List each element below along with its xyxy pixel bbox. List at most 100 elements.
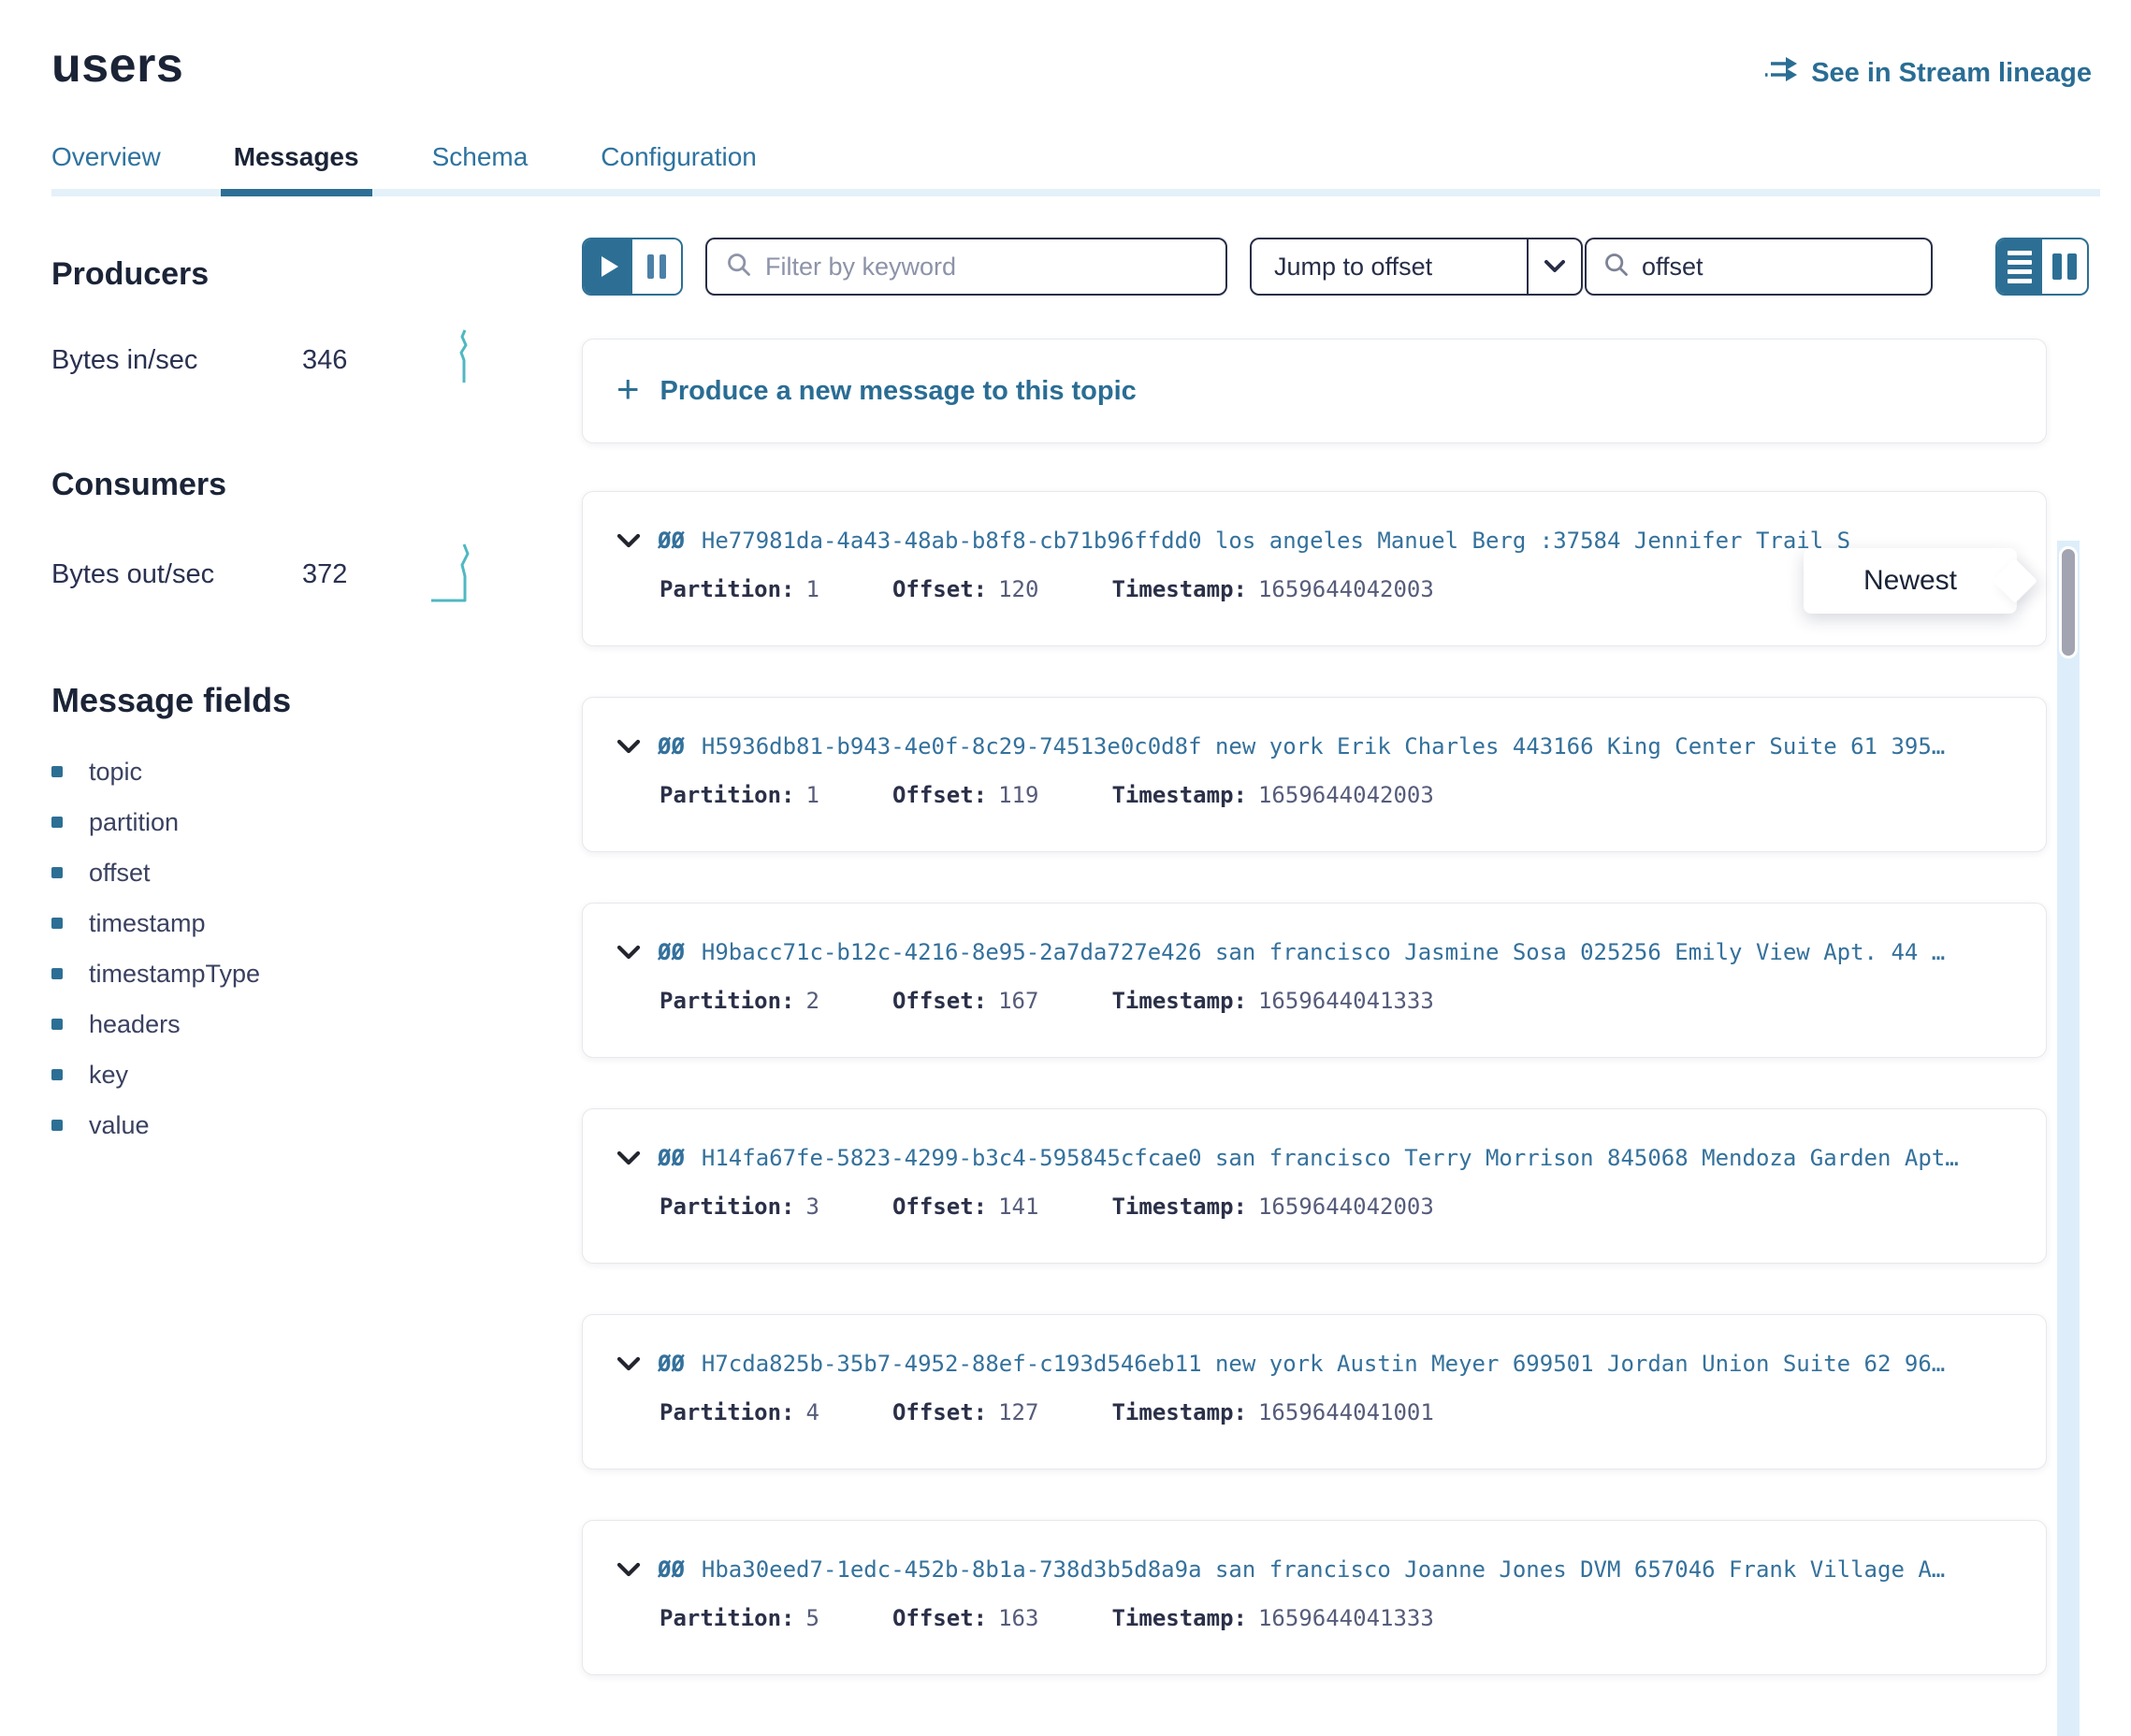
list-view-icon: [2008, 251, 2032, 255]
partition-field: Partition:1: [660, 576, 819, 602]
jump-to-offset-select[interactable]: Jump to offset: [1250, 238, 1583, 296]
expand-chevron-icon[interactable]: [616, 945, 641, 960]
field-bullet-icon: [51, 918, 63, 929]
offset-field: Offset:141: [892, 1194, 1039, 1220]
partition-field: Partition:3: [660, 1194, 819, 1220]
message-summary: H14fa67fe-5823-4299-b3c4-595845cfcae0 sa…: [702, 1145, 1959, 1171]
message-key: ØØ: [658, 939, 685, 965]
messages-toolbar: Jump to offset: [582, 238, 2089, 296]
search-icon: [1603, 252, 1630, 282]
column-view-button[interactable]: [2042, 239, 2087, 294]
bytes-out-metric: Bytes out/sec 372: [51, 539, 474, 610]
expand-chevron-icon[interactable]: [616, 1150, 641, 1165]
timestamp-field: Timestamp:1659644041001: [1111, 1399, 1433, 1425]
consumers-heading: Consumers: [51, 467, 582, 503]
message-list: ØØ He77981da-4a43-48ab-b8f8-cb71b96ffdd0…: [582, 491, 2089, 1675]
offset-field: Offset:167: [892, 988, 1039, 1014]
message-row[interactable]: ØØ H9bacc71c-b12c-4216-8e95-2a7da727e426…: [582, 903, 2047, 1058]
expand-chevron-icon[interactable]: [616, 533, 641, 548]
produce-message-label: Produce a new message to this topic: [660, 376, 1137, 407]
partition-field: Partition:2: [660, 988, 819, 1014]
keyword-filter-field[interactable]: [705, 238, 1227, 296]
tab-messages[interactable]: Messages: [234, 142, 359, 196]
bytes-out-label: Bytes out/sec: [51, 559, 302, 590]
column-view-icon: [2052, 253, 2062, 280]
timestamp-field: Timestamp:1659644042003: [1111, 1194, 1433, 1220]
messages-panel: Jump to offset: [582, 196, 2089, 1675]
message-row[interactable]: ØØ H5936db81-b943-4e0f-8c29-74513e0c0d8f…: [582, 697, 2047, 852]
pause-icon: [647, 254, 654, 279]
field-bullet-icon: [51, 1120, 63, 1131]
view-mode-toggle[interactable]: [1995, 238, 2089, 296]
field-item-value[interactable]: value: [51, 1113, 582, 1137]
message-key: ØØ: [658, 528, 685, 554]
offset-field: Offset:119: [892, 782, 1039, 808]
bytes-out-value: 372: [302, 559, 429, 590]
pause-button[interactable]: [632, 239, 681, 294]
offset-field: Offset:120: [892, 576, 1039, 602]
message-summary: H7cda825b-35b7-4952-88ef-c193d546eb11 ne…: [702, 1351, 1945, 1377]
field-item-timestampType[interactable]: timestampType: [51, 962, 582, 986]
message-key: ØØ: [658, 1556, 685, 1583]
message-summary: Hba30eed7-1edc-452b-8b1a-738d3b5d8a9a sa…: [702, 1556, 1945, 1583]
timestamp-field: Timestamp:1659644041333: [1111, 988, 1433, 1014]
newest-tooltip-label: Newest: [1863, 565, 1957, 597]
list-view-button[interactable]: [1997, 239, 2042, 294]
expand-chevron-icon[interactable]: [616, 1356, 641, 1371]
stream-lineage-link[interactable]: See in Stream lineage: [1762, 54, 2092, 92]
message-fields-list: topic partition offset timestamp timesta…: [51, 760, 582, 1137]
jump-to-offset-value: Jump to offset: [1252, 239, 1527, 294]
field-item-headers[interactable]: headers: [51, 1012, 582, 1036]
field-bullet-icon: [51, 766, 63, 777]
message-row[interactable]: ØØ H14fa67fe-5823-4299-b3c4-595845cfcae0…: [582, 1108, 2047, 1264]
bytes-in-sparkline: [454, 328, 474, 392]
keyword-filter-input[interactable]: [765, 253, 1207, 282]
field-item-timestamp[interactable]: timestamp: [51, 911, 582, 935]
message-row[interactable]: ØØ Hba30eed7-1edc-452b-8b1a-738d3b5d8a9a…: [582, 1520, 2047, 1675]
stream-lineage-icon: [1762, 54, 1800, 92]
message-summary: H5936db81-b943-4e0f-8c29-74513e0c0d8f ne…: [702, 733, 1945, 760]
message-list-scrollbar[interactable]: [2057, 541, 2080, 1736]
timestamp-field: Timestamp:1659644042003: [1111, 576, 1433, 602]
message-key: ØØ: [658, 1351, 685, 1377]
newest-tooltip: Newest: [1804, 548, 2017, 614]
page-title: users: [51, 37, 183, 94]
plus-icon: +: [616, 369, 640, 409]
play-pause-toggle[interactable]: [582, 238, 683, 296]
message-summary: H9bacc71c-b12c-4216-8e95-2a7da727e426 sa…: [702, 939, 1945, 965]
message-summary: He77981da-4a43-48ab-b8f8-cb71b96ffdd0 lo…: [702, 528, 1850, 554]
chevron-down-icon: [1529, 239, 1581, 294]
message-row[interactable]: ØØ H7cda825b-35b7-4952-88ef-c193d546eb11…: [582, 1314, 2047, 1469]
offset-field: Offset:163: [892, 1605, 1039, 1631]
play-button[interactable]: [584, 239, 632, 294]
bytes-in-label: Bytes in/sec: [51, 345, 302, 376]
sidebar: Producers Bytes in/sec 346 Consumers Byt…: [0, 196, 582, 1675]
partition-field: Partition:4: [660, 1399, 819, 1425]
field-item-topic[interactable]: topic: [51, 760, 582, 784]
scrollbar-thumb[interactable]: [2059, 546, 2078, 658]
timestamp-field: Timestamp:1659644041333: [1111, 1605, 1433, 1631]
stream-lineage-label: See in Stream lineage: [1811, 58, 2092, 89]
bytes-in-value: 346: [302, 345, 454, 376]
offset-search-field[interactable]: [1585, 238, 1933, 296]
field-bullet-icon: [51, 1019, 63, 1030]
field-item-partition[interactable]: partition: [51, 810, 582, 834]
expand-chevron-icon[interactable]: [616, 739, 641, 754]
field-bullet-icon: [51, 1069, 63, 1080]
timestamp-field: Timestamp:1659644042003: [1111, 782, 1433, 808]
message-key: ØØ: [658, 733, 685, 760]
offset-field: Offset:127: [892, 1399, 1039, 1425]
field-bullet-icon: [51, 817, 63, 828]
page-header: users See in Stream lineage: [0, 0, 2131, 94]
message-key: ØØ: [658, 1145, 685, 1171]
offset-search-input[interactable]: [1642, 253, 1914, 282]
play-icon: [602, 256, 618, 277]
bytes-out-sparkline: [429, 539, 474, 610]
produce-message-button[interactable]: + Produce a new message to this topic: [582, 339, 2047, 443]
search-icon: [726, 252, 752, 282]
partition-field: Partition:5: [660, 1605, 819, 1631]
message-fields-heading: Message fields: [51, 681, 582, 720]
field-item-key[interactable]: key: [51, 1063, 582, 1087]
expand-chevron-icon[interactable]: [616, 1562, 641, 1577]
field-item-offset[interactable]: offset: [51, 861, 582, 885]
